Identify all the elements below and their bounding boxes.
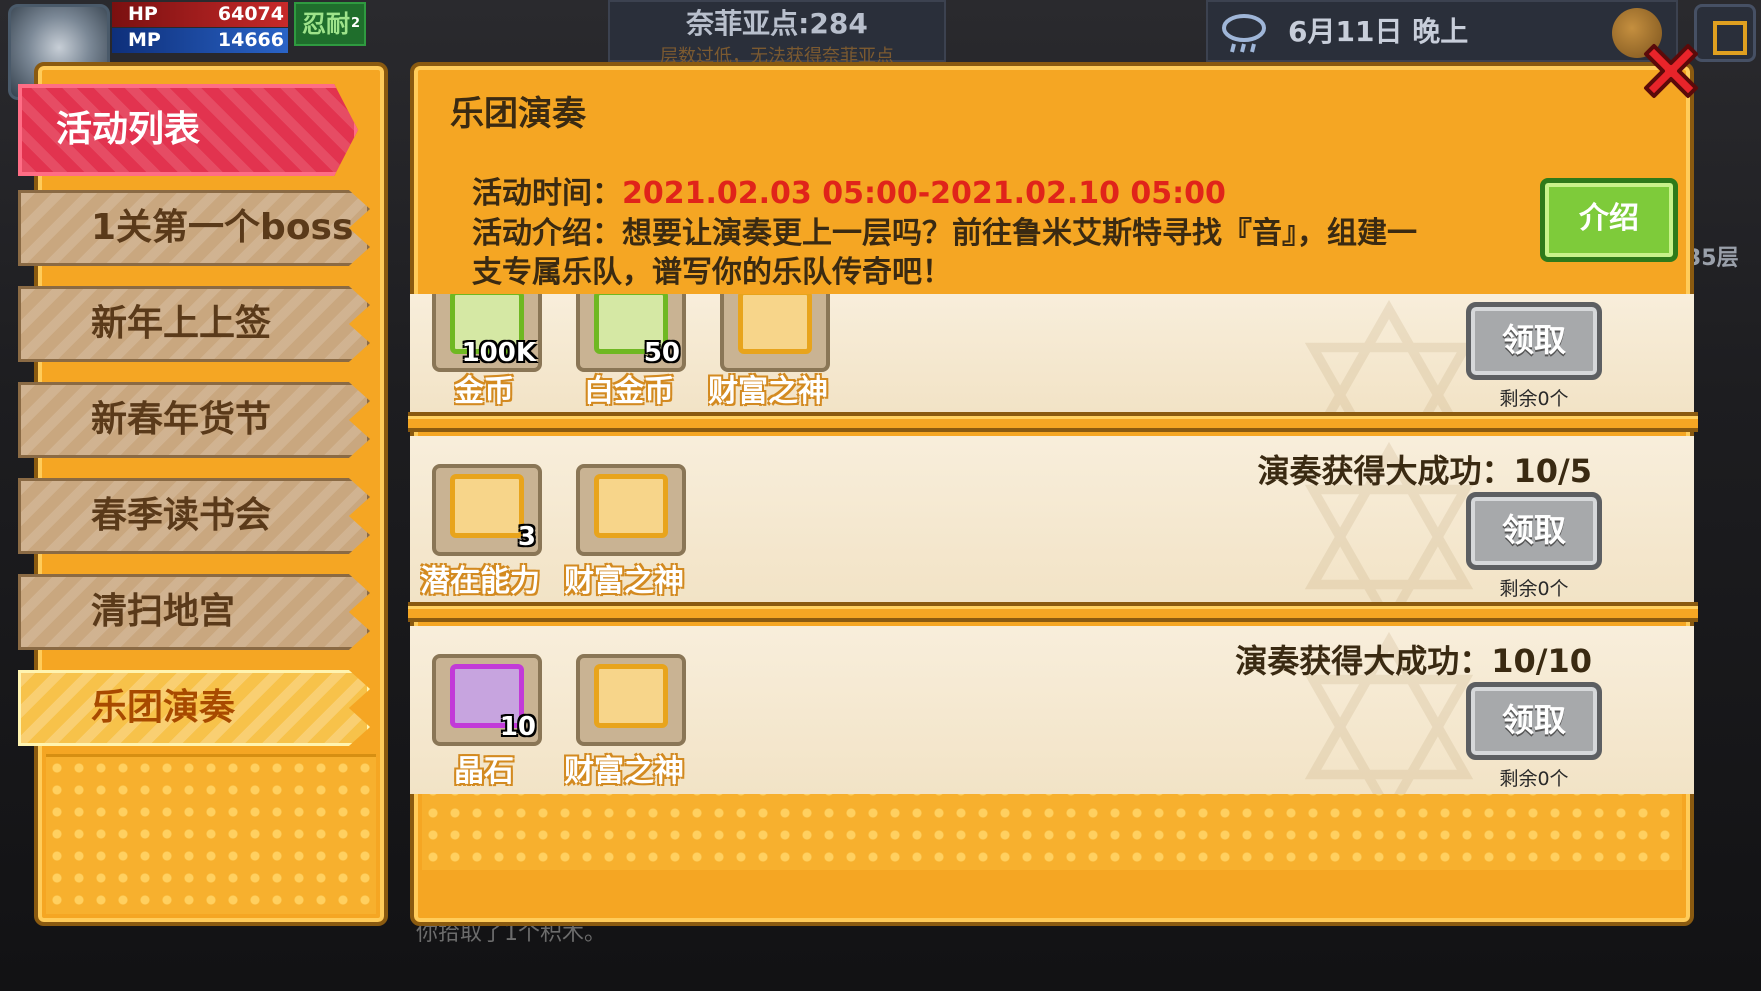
silver-god-of-wealth-icon bbox=[594, 474, 668, 538]
date-text: 6月11日 晚上 bbox=[1288, 15, 1469, 48]
claim-button[interactable]: 领取 bbox=[1466, 492, 1602, 570]
date-weather-panel: 6月11日 晚上 bbox=[1206, 0, 1678, 62]
mp-bar: MP 14666 bbox=[112, 28, 288, 53]
reward-item-gold-coin[interactable]: 100K bbox=[432, 294, 542, 372]
hexagram-watermark bbox=[1304, 300, 1474, 412]
activity-tab-reading-club[interactable]: 春季读书会 bbox=[18, 478, 370, 554]
reward-item-god-of-wealth[interactable] bbox=[576, 654, 686, 746]
claim-button[interactable]: 领取 bbox=[1466, 682, 1602, 760]
activity-tab-first-boss[interactable]: 1关第一个boss bbox=[18, 190, 370, 266]
silver-god-of-wealth-icon bbox=[738, 294, 812, 354]
nephi-points: 奈菲亚点:284 bbox=[686, 7, 868, 40]
event-intro-line-1: 活动介绍：想要让演奏更上一层吗？前往鲁米艾斯特寻找『音』，组建一 bbox=[472, 216, 1417, 251]
mp-value: 14666 bbox=[217, 29, 284, 51]
hp-label: HP bbox=[128, 3, 158, 25]
close-icon[interactable] bbox=[1636, 36, 1706, 106]
item-name: 金币 bbox=[454, 374, 514, 409]
reward-requirement: 演奏获得大成功：10/5 bbox=[1257, 452, 1593, 490]
mp-label: MP bbox=[128, 29, 161, 51]
reward-item-potential[interactable]: 3 bbox=[432, 464, 542, 556]
rain-cloud-icon bbox=[1222, 14, 1266, 53]
reward-item-god-of-wealth[interactable] bbox=[576, 464, 686, 556]
hp-bar: HP 64074 bbox=[112, 2, 288, 27]
activity-tab-new-year-fortune[interactable]: 新年上上签 bbox=[18, 286, 370, 362]
activity-list-header: 活动列表 bbox=[18, 84, 358, 176]
item-count: 50 bbox=[643, 338, 680, 368]
player-stat-bars: HP 64074 MP 14666 bbox=[112, 2, 288, 54]
item-count: 3 bbox=[517, 522, 536, 552]
endure-label: 忍耐 bbox=[302, 10, 350, 38]
event-intro-line-2: 支专属乐队，谱写你的乐队传奇吧！ bbox=[472, 255, 952, 290]
item-name: 财富之神 bbox=[708, 374, 828, 409]
item-name: 财富之神 bbox=[564, 754, 684, 789]
item-name: 潜在能力 bbox=[420, 564, 540, 599]
reward-item-god-of-wealth[interactable] bbox=[720, 294, 830, 372]
activity-tab-spring-festival[interactable]: 新春年货节 bbox=[18, 382, 370, 458]
endure-buff-badge[interactable]: 忍耐 2 bbox=[294, 2, 366, 46]
potion-flask-icon bbox=[450, 474, 524, 538]
panel-pattern bbox=[46, 754, 376, 914]
activity-tab-clear-dungeon[interactable]: 清扫地宫 bbox=[18, 574, 370, 650]
row-divider bbox=[408, 412, 1698, 432]
reward-item-crystal[interactable]: 10 bbox=[432, 654, 542, 746]
event-time-line: 活动时间：2021.02.03 05:00-2021.02.10 05:00 bbox=[472, 168, 1226, 212]
remaining-count: 剩余0个 bbox=[1499, 388, 1569, 410]
event-time-label: 活动时间： bbox=[472, 176, 622, 211]
gold-god-of-wealth-icon bbox=[594, 664, 668, 728]
reward-row: 演奏获得大成功：10/10 10 晶石 财富之神 领取 剩余0个 bbox=[410, 626, 1694, 794]
intro-button[interactable]: 介绍 bbox=[1540, 178, 1678, 262]
nephi-points-panel: 奈菲亚点:284 层数过低，无法获得奈菲亚点 bbox=[608, 0, 946, 67]
activity-tab-band-performance[interactable]: 乐团演奏 bbox=[18, 670, 370, 746]
reward-item-platinum-coin[interactable]: 50 bbox=[576, 294, 686, 372]
remaining-count: 剩余0个 bbox=[1499, 578, 1569, 600]
event-time-value: 2021.02.03 05:00-2021.02.10 05:00 bbox=[622, 176, 1226, 211]
remaining-count: 剩余0个 bbox=[1499, 768, 1569, 790]
claim-button[interactable]: 领取 bbox=[1466, 302, 1602, 380]
event-title: 乐团演奏 bbox=[450, 94, 586, 134]
reward-row: 100K 金币 50 白金币 财富之神 领取 剩余0个 bbox=[410, 294, 1694, 412]
row-divider bbox=[408, 602, 1698, 622]
endure-level: 2 bbox=[350, 16, 360, 31]
reward-row: 演奏获得大成功：10/5 3 潜在能力 财富之神 领取 剩余0个 bbox=[410, 436, 1694, 602]
item-name: 财富之神 bbox=[564, 564, 684, 599]
item-count: 10 bbox=[499, 712, 536, 742]
item-count: 100K bbox=[461, 338, 536, 368]
reward-requirement: 演奏获得大成功：10/10 bbox=[1235, 642, 1592, 680]
hp-value: 64074 bbox=[217, 3, 284, 25]
